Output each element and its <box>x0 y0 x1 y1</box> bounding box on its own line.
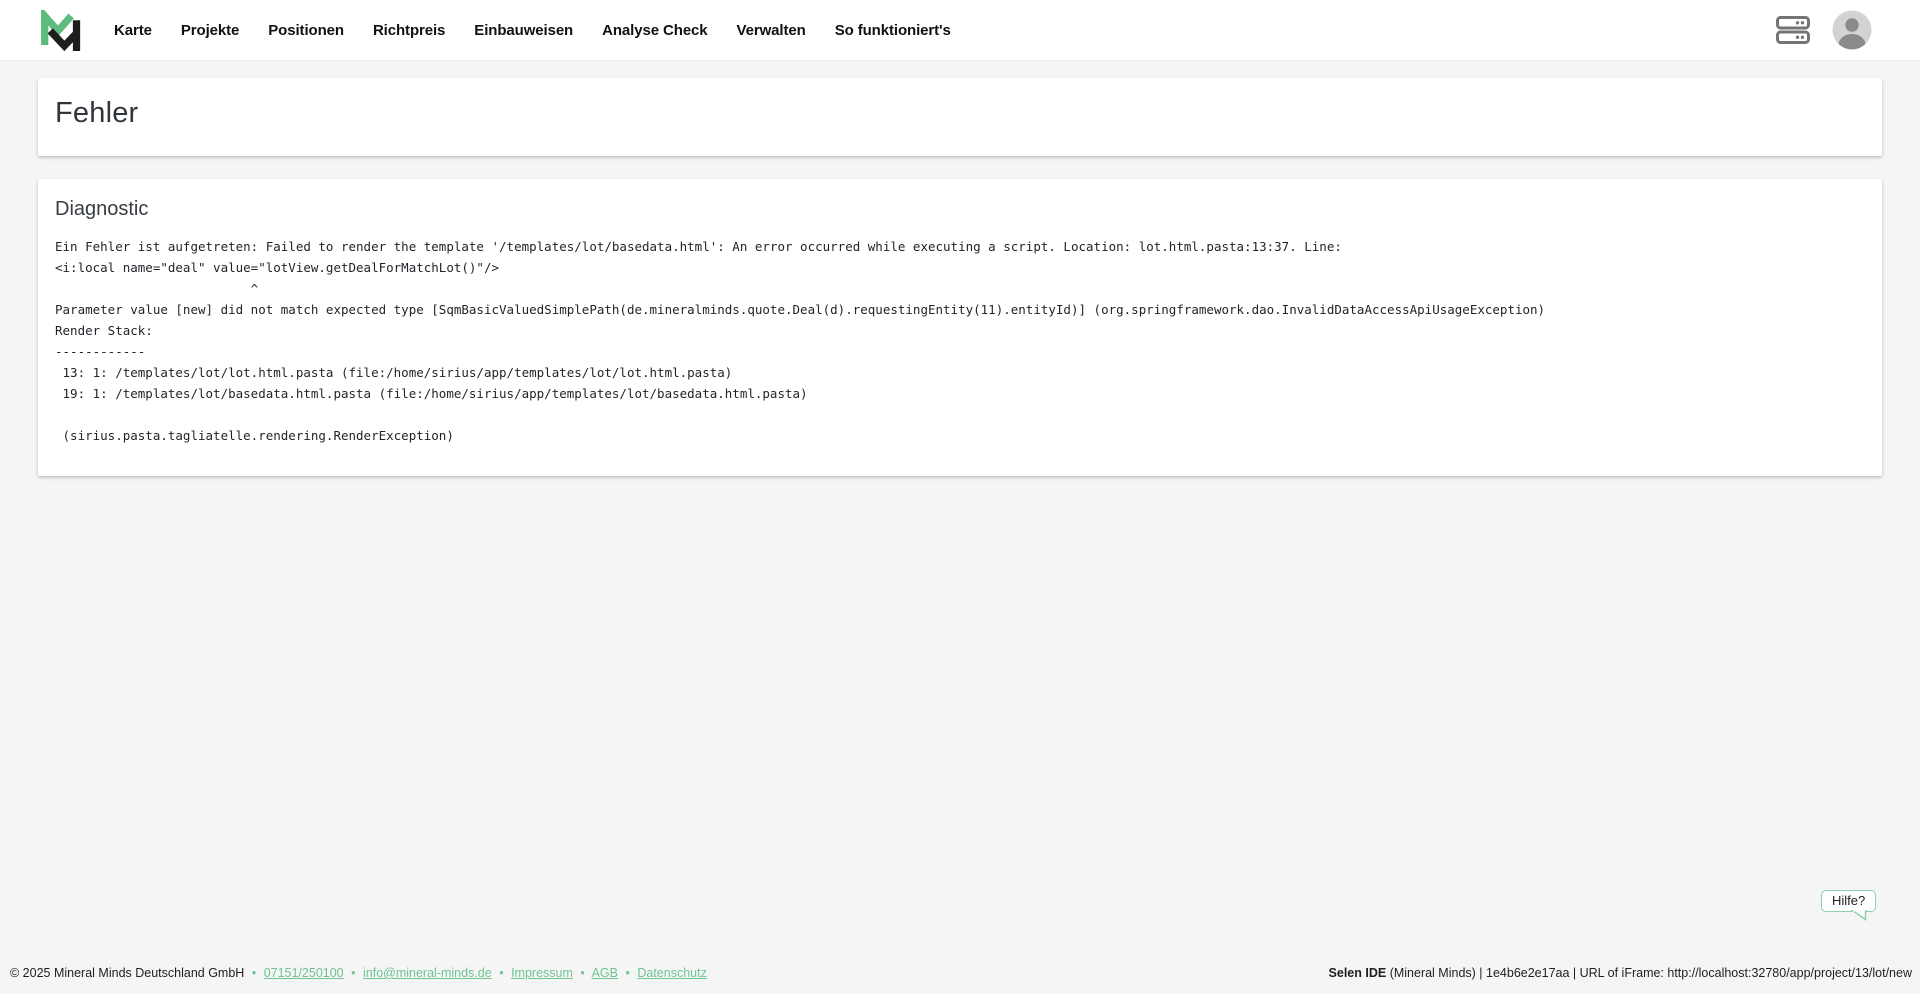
nav-item-verwalten[interactable]: Verwalten <box>737 22 806 39</box>
footer-left: © 2025 Mineral Minds Deutschland GmbH • … <box>10 966 707 980</box>
footer-separator: • <box>252 966 256 980</box>
nav-item-so-funktionierts[interactable]: So funktioniert's <box>835 22 951 39</box>
footer-separator: • <box>625 966 629 980</box>
user-avatar-icon[interactable] <box>1832 10 1872 50</box>
help-tooltip[interactable]: Hilfe? <box>1821 890 1876 912</box>
footer-link-impressum[interactable]: Impressum <box>511 966 573 980</box>
footer-link-phone[interactable]: 07151/250100 <box>264 966 344 980</box>
mineral-minds-logo[interactable] <box>38 10 83 51</box>
diagnostic-error-text: Ein Fehler ist aufgetreten: Failed to re… <box>55 236 1865 446</box>
help-tooltip-label: Hilfe? <box>1832 893 1865 908</box>
nav-item-einbauweisen[interactable]: Einbauweisen <box>474 22 573 39</box>
error-card: Fehler <box>38 78 1882 156</box>
footer-ide-info: (Mineral Minds) | 1e4b6e2e17aa | URL of … <box>1386 966 1912 980</box>
footer-separator: • <box>499 966 503 980</box>
nav-item-positionen[interactable]: Positionen <box>268 22 344 39</box>
footer-copyright: © 2025 Mineral Minds Deutschland GmbH <box>10 966 244 980</box>
header-icons <box>1776 10 1872 50</box>
top-header: Karte Projekte Positionen Richtpreis Ein… <box>0 0 1920 61</box>
footer-link-email[interactable]: info@mineral-minds.de <box>363 966 492 980</box>
footer-separator: • <box>351 966 355 980</box>
nav-item-analyse-check[interactable]: Analyse Check <box>602 22 707 39</box>
footer-link-datenschutz[interactable]: Datenschutz <box>637 966 706 980</box>
footer-right: Selen IDE (Mineral Minds) | 1e4b6e2e17aa… <box>1329 966 1912 980</box>
page-title: Fehler <box>55 97 1865 130</box>
mineral-minds-logo-icon <box>38 10 83 51</box>
diagnostic-card: Diagnostic Ein Fehler ist aufgetreten: F… <box>38 179 1882 476</box>
main-nav: Karte Projekte Positionen Richtpreis Ein… <box>114 22 951 39</box>
card-reader-icon[interactable] <box>1776 16 1810 44</box>
help-tooltip-tail <box>1851 910 1867 921</box>
footer-separator: • <box>580 966 584 980</box>
diagnostic-title: Diagnostic <box>55 198 1865 221</box>
nav-item-karte[interactable]: Karte <box>114 22 152 39</box>
footer: © 2025 Mineral Minds Deutschland GmbH • … <box>0 960 1920 994</box>
footer-ide-label: Selen IDE <box>1329 966 1387 980</box>
footer-link-agb[interactable]: AGB <box>592 966 618 980</box>
nav-item-projekte[interactable]: Projekte <box>181 22 239 39</box>
nav-item-richtpreis[interactable]: Richtpreis <box>373 22 445 39</box>
